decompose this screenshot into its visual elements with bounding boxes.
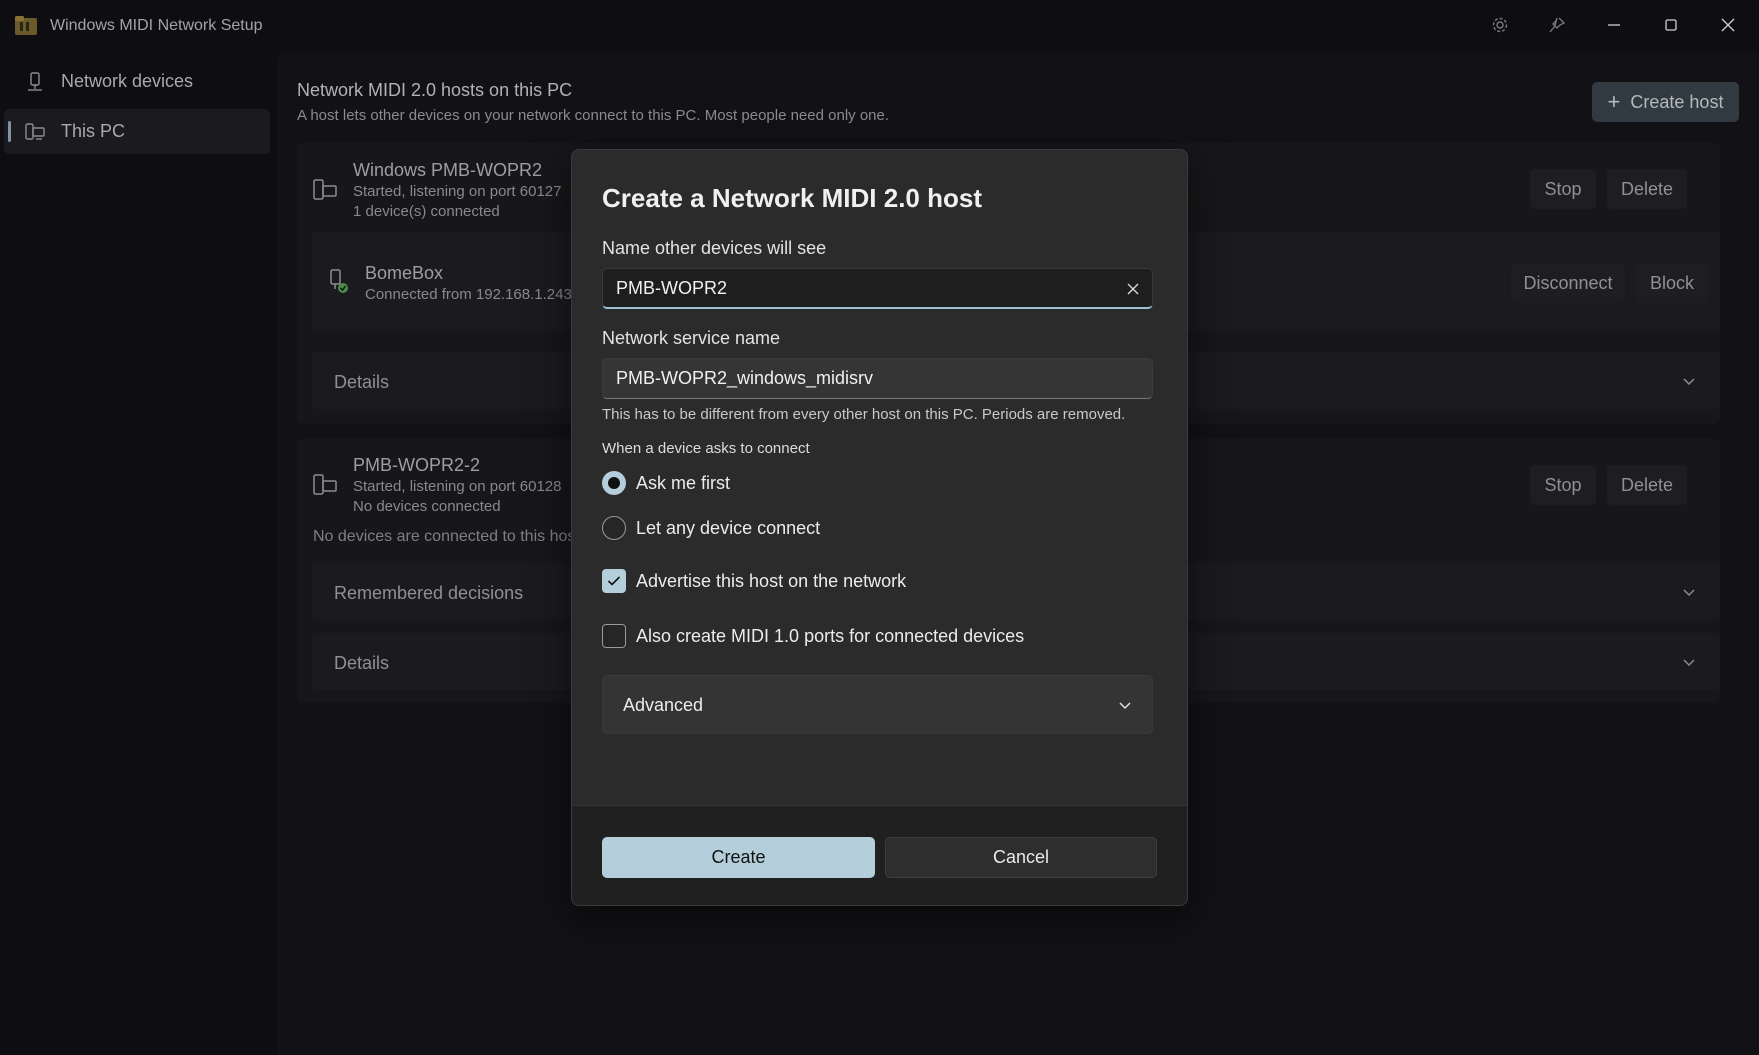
sidebar-item-label: Network devices: [61, 71, 194, 91]
advertise-checkbox[interactable]: [602, 569, 626, 593]
pc-icon: [313, 179, 337, 200]
midi1-ports-checkbox[interactable]: [602, 624, 626, 648]
create-button[interactable]: Create: [602, 837, 875, 878]
minimize-button[interactable]: [1594, 8, 1634, 42]
page-subtitle: A host lets other devices on your networ…: [297, 107, 890, 124]
maximize-button[interactable]: [1651, 8, 1691, 42]
create-host-label: Create host: [1630, 91, 1724, 112]
remembered-decisions-label: Remembered decisions: [334, 583, 524, 603]
chevron-down-icon: [1683, 589, 1695, 597]
details-label: Details: [334, 372, 390, 392]
window-title: Windows MIDI Network Setup: [50, 17, 263, 34]
device-name: BomeBox: [365, 263, 444, 283]
stop-button[interactable]: Stop: [1530, 169, 1596, 209]
service-help-text: This has to be different from every othe…: [602, 406, 1126, 423]
disconnect-button[interactable]: Disconnect: [1511, 263, 1625, 303]
chevron-down-icon: [1119, 702, 1131, 710]
chevron-down-icon: [1683, 378, 1695, 386]
settings-icon: [1492, 17, 1508, 33]
host-connections: No devices connected: [353, 498, 501, 515]
host-connections: 1 device(s) connected: [353, 203, 500, 220]
device-connected-icon: [330, 269, 348, 293]
checkmark-icon: [607, 576, 621, 586]
create-host-button[interactable]: + Create host: [1592, 82, 1739, 122]
host-name-input[interactable]: [616, 269, 1116, 308]
service-field-label: Network service name: [602, 328, 781, 348]
plus-icon: +: [1607, 89, 1621, 114]
sidebar-item-label: This PC: [61, 121, 126, 141]
sidebar-item-this-pc[interactable]: This PC: [4, 109, 270, 154]
settings-button[interactable]: [1480, 8, 1520, 42]
close-icon: [1127, 283, 1139, 295]
clear-button[interactable]: [1122, 278, 1144, 300]
service-name-input[interactable]: [616, 359, 1116, 398]
no-devices-text: No devices are connected to this host.: [313, 528, 585, 545]
radio-let-any-device[interactable]: Let any device connect: [602, 514, 820, 542]
details-label: Details: [334, 653, 390, 673]
host-name: Windows PMB-WOPR2: [353, 160, 543, 180]
delete-button[interactable]: Delete: [1607, 465, 1687, 505]
title-bar: Windows MIDI Network Setup: [0, 0, 1759, 50]
block-button[interactable]: Block: [1636, 263, 1708, 303]
pc-icon: [313, 474, 337, 495]
connect-policy-label: When a device asks to connect: [602, 440, 810, 457]
advanced-label: Advanced: [623, 695, 704, 715]
host-name: PMB-WOPR2-2: [353, 455, 481, 475]
service-name-field: [602, 358, 1153, 399]
dialog-title: Create a Network MIDI 2.0 host: [602, 183, 982, 213]
network-device-icon: [28, 72, 42, 91]
radio-button[interactable]: [602, 471, 626, 495]
stop-button[interactable]: Stop: [1530, 465, 1596, 505]
delete-button[interactable]: Delete: [1607, 169, 1687, 209]
checkbox-label: Advertise this host on the network: [636, 570, 907, 591]
pin-button[interactable]: [1537, 8, 1577, 42]
chevron-down-icon: [1683, 659, 1695, 667]
radio-button[interactable]: [602, 516, 626, 540]
app-icon: [15, 16, 37, 35]
cancel-button[interactable]: Cancel: [885, 837, 1157, 878]
dialog-footer: Create Cancel: [572, 805, 1187, 905]
host-name-field: [602, 268, 1153, 309]
midi1-checkbox-row[interactable]: Also create MIDI 1.0 ports for connected…: [602, 622, 1024, 650]
radio-ask-me-first[interactable]: Ask me first: [602, 469, 730, 497]
pc-icon: [25, 123, 45, 140]
close-icon: [1721, 18, 1735, 32]
create-host-dialog: Create a Network MIDI 2.0 host Name othe…: [571, 149, 1188, 906]
sidebar-item-network-devices[interactable]: Network devices: [4, 59, 270, 104]
page-title: Network MIDI 2.0 hosts on this PC: [297, 80, 573, 100]
minimize-icon: [1608, 24, 1620, 26]
advanced-expander[interactable]: Advanced: [602, 675, 1153, 734]
maximize-icon: [1665, 19, 1677, 31]
host-status: Started, listening on port 60127: [353, 183, 562, 200]
name-field-label: Name other devices will see: [602, 238, 827, 258]
close-button[interactable]: [1708, 8, 1748, 42]
host-status: Started, listening on port 60128: [353, 478, 562, 495]
pin-icon: [1549, 17, 1566, 33]
radio-label: Ask me first: [636, 472, 731, 493]
radio-label: Let any device connect: [636, 517, 821, 538]
device-detail: Connected from 192.168.1.243,: [365, 286, 576, 303]
advertise-checkbox-row[interactable]: Advertise this host on the network: [602, 567, 906, 595]
checkbox-label: Also create MIDI 1.0 ports for connected…: [636, 625, 1025, 646]
